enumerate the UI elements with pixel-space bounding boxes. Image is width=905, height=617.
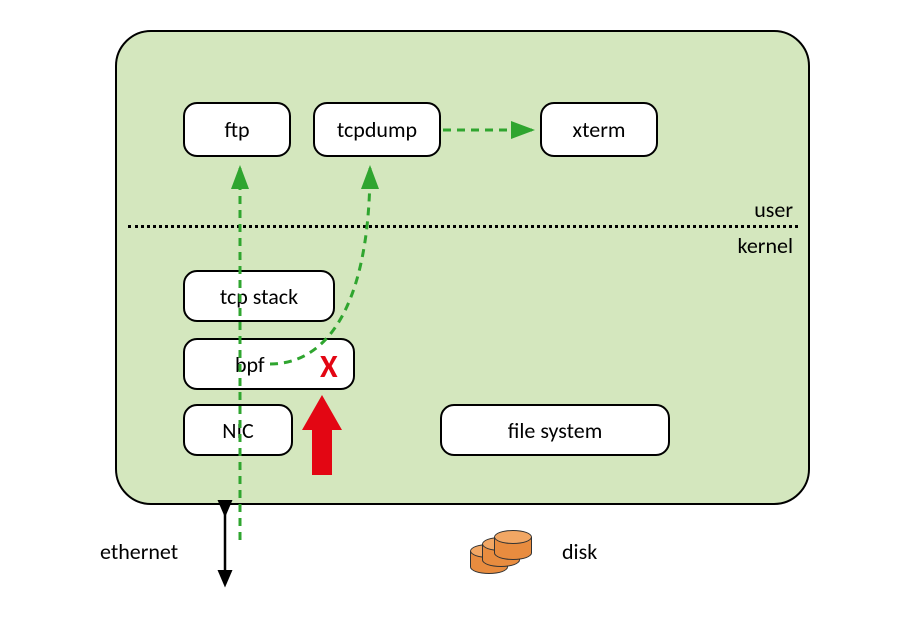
node-bpf-label: bpf bbox=[235, 351, 265, 378]
node-tcp-stack-label: tcp stack bbox=[220, 283, 298, 310]
diagram-canvas: ftp tcpdump xterm user kernel tcp stack … bbox=[0, 0, 905, 617]
node-nic-label: NIC bbox=[222, 417, 253, 444]
node-xterm: xterm bbox=[540, 102, 658, 157]
user-kernel-divider bbox=[128, 225, 798, 228]
node-ftp: ftp bbox=[183, 102, 291, 157]
node-file-system: file system bbox=[440, 404, 670, 456]
label-kernel: kernel bbox=[738, 232, 793, 259]
label-disk: disk bbox=[562, 538, 597, 565]
node-xterm-label: xterm bbox=[573, 116, 626, 143]
node-tcpdump: tcpdump bbox=[313, 102, 441, 157]
reject-x-icon: X bbox=[320, 347, 338, 386]
label-user: user bbox=[754, 196, 793, 223]
label-ethernet: ethernet bbox=[100, 538, 178, 565]
node-file-system-label: file system bbox=[508, 417, 603, 444]
node-tcp-stack: tcp stack bbox=[183, 270, 335, 322]
disk-icon bbox=[470, 530, 530, 575]
node-tcpdump-label: tcpdump bbox=[337, 116, 417, 143]
node-ftp-label: ftp bbox=[224, 116, 249, 143]
node-nic: NIC bbox=[183, 404, 293, 456]
